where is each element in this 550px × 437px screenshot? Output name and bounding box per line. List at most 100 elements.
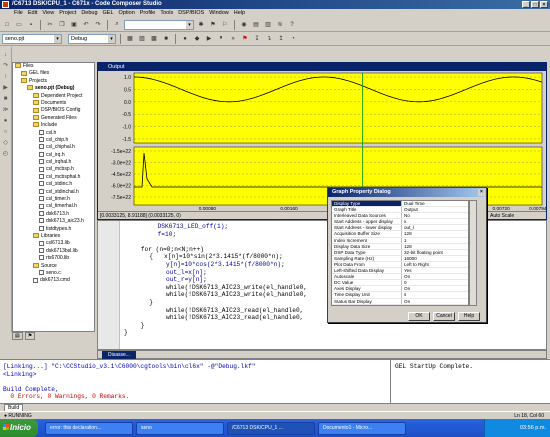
tree-folder-item[interactable]: Documents — [13, 100, 94, 107]
menu-view[interactable]: View — [42, 9, 54, 18]
tree-file-item[interactable]: csl_timerhal.h — [13, 203, 94, 210]
maximize-button[interactable]: □ — [531, 1, 539, 8]
find-combo[interactable]: ▾ — [124, 19, 194, 30]
tree-file-item[interactable]: tistdtypes.h — [13, 226, 94, 233]
code-line[interactable]: } — [149, 299, 153, 306]
property-value[interactable]: 128 — [402, 231, 468, 236]
profile-side-icon[interactable]: ◴ — [2, 150, 10, 158]
property-value[interactable]: Yes — [402, 268, 468, 273]
halt-icon[interactable]: ⏸ — [216, 34, 226, 44]
tree-folder-item[interactable]: GEL files — [13, 70, 94, 77]
register-icon[interactable]: ▥ — [263, 20, 273, 30]
tree-folder-item[interactable]: seno.pjt (Debug) — [13, 85, 94, 92]
property-value[interactable]: Output — [402, 207, 468, 212]
runner-icon[interactable]: ⚑ — [240, 34, 250, 44]
tree-file-item[interactable]: csl_stdinchal.h — [13, 189, 94, 196]
code-line[interactable]: while(!DSK6713_AIC23_read(el_handle0, — [166, 307, 303, 314]
property-value[interactable]: out_l — [402, 225, 468, 230]
config-combo[interactable]: Debug ▾ — [68, 33, 116, 44]
open-icon[interactable]: ▭ — [14, 20, 24, 30]
bookmark-next-icon[interactable]: ⚐ — [220, 20, 230, 30]
step-out-side-icon[interactable]: ↑ — [2, 73, 10, 81]
close-button[interactable]: × — [540, 1, 548, 8]
memory-icon[interactable]: ▤ — [251, 20, 261, 30]
compile-icon[interactable]: ▦ — [125, 34, 135, 44]
clear-breakpoints-icon[interactable]: ○ — [2, 128, 10, 136]
tree-folder-item[interactable]: Source — [13, 263, 94, 270]
tree-folder-item[interactable]: Files — [13, 63, 94, 70]
menu-option[interactable]: Option — [119, 9, 135, 18]
profile-icon[interactable]: ◔ — [288, 34, 298, 44]
code-line[interactable]: { x[n]=10*sin(2*3.1415*(f/8000*n); — [149, 253, 283, 260]
property-scrollbar[interactable] — [469, 200, 477, 306]
property-value[interactable]: Dual Time — [402, 201, 468, 206]
menu-gel[interactable]: GEL — [103, 9, 114, 18]
tree-file-item[interactable]: dsk6713.cmd — [13, 277, 94, 284]
run-icon[interactable]: ▶ — [204, 34, 214, 44]
stop-build-icon[interactable]: ■ — [161, 34, 171, 44]
menu-debug[interactable]: Debug — [81, 9, 97, 18]
step-over-side-icon[interactable]: ↷ — [2, 62, 10, 70]
window-title-bar[interactable]: /C6713 DSK/CPU_1 - C671x - Code Composer… — [0, 0, 550, 9]
dialog-close-icon[interactable]: × — [478, 189, 485, 196]
tab-bookmarks[interactable]: ⚑ — [24, 332, 36, 340]
menu-edit[interactable]: Edit — [28, 9, 37, 18]
tree-folder-item[interactable]: Include — [13, 122, 94, 129]
find-icon[interactable]: ⌕ — [112, 20, 122, 30]
graph-title-bar[interactable]: Output — [98, 63, 546, 71]
tree-file-item[interactable]: rts6700.lib — [13, 255, 94, 262]
property-value[interactable]: 0 — [402, 280, 468, 285]
tree-folder-item[interactable]: Dependent Project — [13, 93, 94, 100]
tree-folder-item[interactable]: DSP/BIOS Config — [13, 107, 94, 114]
tree-folder-item[interactable]: Libraries — [13, 233, 94, 240]
cut-icon[interactable]: ✂ — [45, 20, 55, 30]
step-over-icon[interactable]: ↴ — [264, 34, 274, 44]
redo-icon[interactable]: ↷ — [93, 20, 103, 30]
property-value[interactable]: s — [402, 292, 468, 297]
tree-file-item[interactable]: csl_chip.h — [13, 137, 94, 144]
breakpoint-icon[interactable]: ● — [180, 34, 190, 44]
menu-dspbios[interactable]: DSP/BIOS — [178, 9, 204, 18]
taskbar-task-button[interactable]: /C6713 DSK/CPU_1 ... — [227, 421, 315, 435]
code-line[interactable]: DSK6713_LED_off(1); — [158, 223, 229, 230]
property-value[interactable]: Left to Right — [402, 262, 468, 267]
code-line[interactable]: for (n=0;n<N;n++) — [141, 246, 204, 253]
tab-files[interactable]: ▤ — [12, 332, 23, 340]
undo-icon[interactable]: ↶ — [81, 20, 91, 30]
watch-icon[interactable]: ◉ — [239, 20, 249, 30]
probe-side-icon[interactable]: ◇ — [2, 139, 10, 147]
tab-disassembly[interactable]: Disasse... — [102, 351, 136, 359]
code-line[interactable]: while(!DSK6713_AIC23_read(el_handle0, — [166, 314, 303, 321]
property-value[interactable]: On — [402, 299, 468, 304]
menu-window[interactable]: Window — [209, 9, 229, 18]
tree-file-item[interactable]: dsk6713bsl.lib — [13, 248, 94, 255]
code-line[interactable]: out_l=x[n]; — [166, 269, 207, 276]
run-side-icon[interactable]: ▶ — [2, 84, 10, 92]
tree-file-item[interactable]: csl.h — [13, 130, 94, 137]
tree-folder-item[interactable]: Generated Files — [13, 115, 94, 122]
tree-file-item[interactable]: dsk6713.h — [13, 211, 94, 218]
menu-file[interactable]: File — [14, 9, 23, 18]
tree-file-item[interactable]: csl_timer.h — [13, 196, 94, 203]
code-line[interactable]: f=10; — [158, 231, 177, 238]
property-value[interactable]: No — [402, 213, 468, 218]
start-button[interactable]: Inicio — [0, 419, 38, 437]
code-line[interactable]: while(!DSK6713_AIC23_write(el_handle0, — [166, 291, 307, 298]
save-icon[interactable]: ▪ — [26, 20, 36, 30]
taskbar-task-button[interactable]: error: this declaration... — [45, 421, 133, 435]
tree-file-item[interactable]: seno.c — [13, 270, 94, 277]
step-into-icon[interactable]: ↓ — [2, 51, 10, 59]
animate-icon[interactable]: » — [228, 34, 238, 44]
tree-file-item[interactable]: csl_mcbsphal.h — [13, 174, 94, 181]
tree-file-item[interactable]: csl_mcbsp.h — [13, 166, 94, 173]
editor-gutter[interactable] — [98, 221, 120, 349]
new-file-icon[interactable]: □ — [2, 20, 12, 30]
step-out-icon[interactable]: ↥ — [276, 34, 286, 44]
tree-file-item[interactable]: dsk6713_aic23.h — [13, 218, 94, 225]
menu-project[interactable]: Project — [59, 9, 76, 18]
property-row[interactable]: Status Bar Display On — [332, 298, 468, 305]
code-line[interactable]: out_r=y[n]; — [166, 276, 207, 283]
bookmark-icon[interactable]: ⚑ — [208, 20, 218, 30]
code-line[interactable]: y[n]=10*cos(2*3.1415*(f/8000*n); — [166, 261, 285, 268]
animate-side-icon[interactable]: ≫ — [2, 106, 10, 114]
